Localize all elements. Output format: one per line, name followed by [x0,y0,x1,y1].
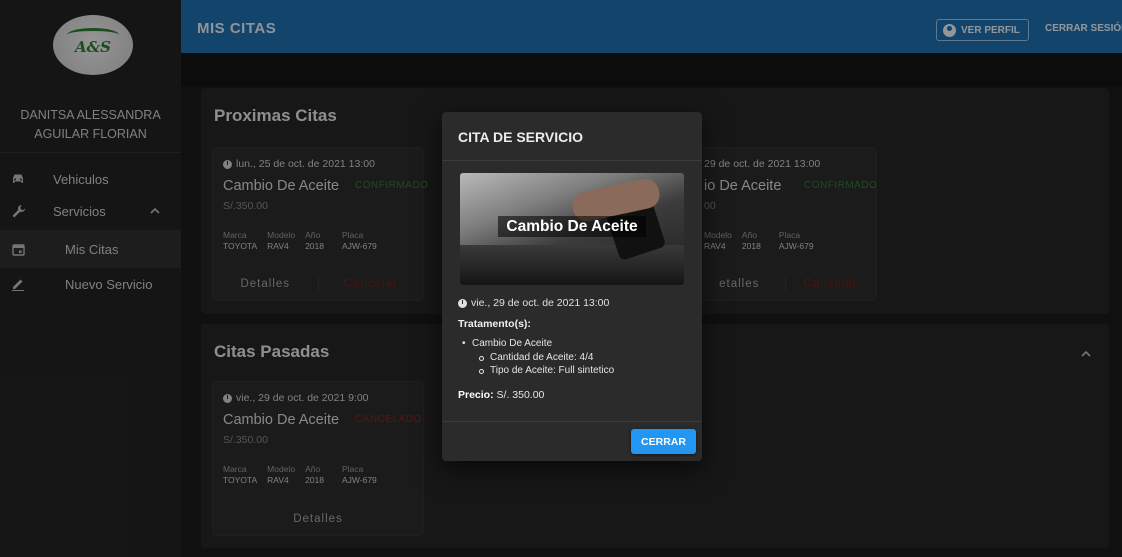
clock-icon [458,298,467,308]
dialog-title: CITA DE SERVICIO [458,129,583,145]
price-label: Precio: [458,389,494,401]
treatments-label: Tratamento(s): [458,318,531,330]
treatment-item: Cambio De Aceite [462,337,614,351]
image-caption: Cambio De Aceite [460,216,684,237]
price-value: S/. 350.00 [496,389,545,401]
dialog-price: Precio: S/. 350.00 [458,389,544,401]
close-button[interactable]: CERRAR [631,429,696,454]
treatment-detail: Tipo de Aceite: Full sintetico [462,364,614,378]
dialog-date: vie., 29 de oct. de 2021 13:00 [458,297,609,309]
dialog-divider-top [442,160,702,161]
service-image: Cambio De Aceite [460,173,684,285]
dialog-divider-bottom [442,421,702,422]
dialog-date-text: vie., 29 de oct. de 2021 13:00 [471,297,610,309]
service-appointment-dialog: CITA DE SERVICIO Cambio De Aceite vie., … [442,112,702,461]
treatments-list: Cambio De Aceite Cantidad de Aceite: 4/4… [462,337,614,378]
treatment-detail: Cantidad de Aceite: 4/4 [462,351,614,365]
